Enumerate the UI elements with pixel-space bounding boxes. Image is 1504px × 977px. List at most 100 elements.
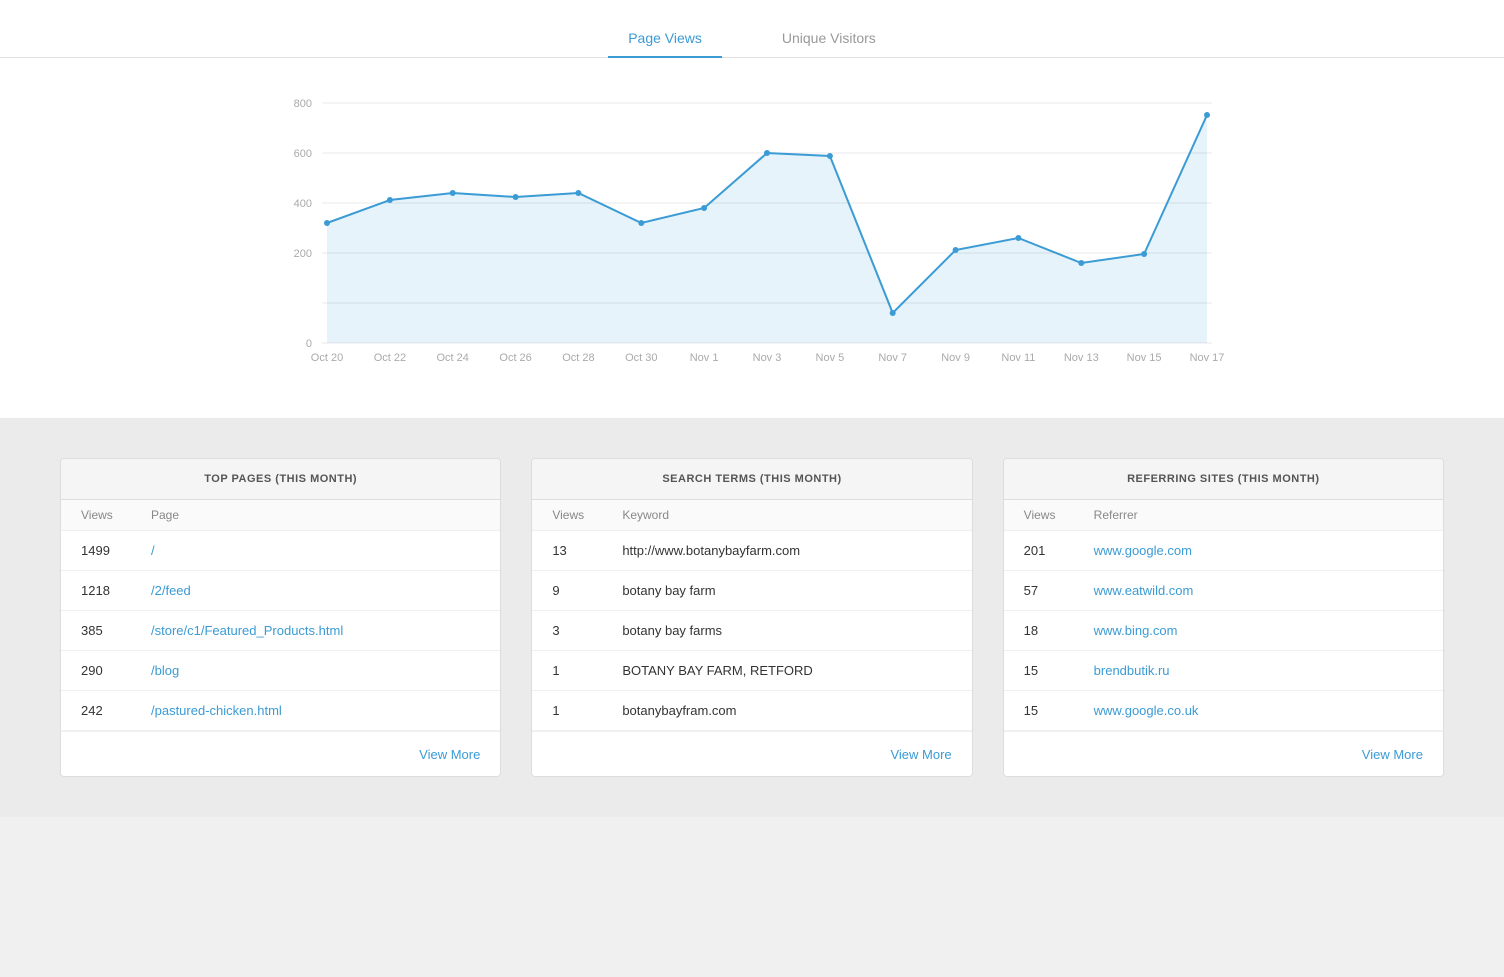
view-more-row: View More [532,731,971,776]
referring-sites-header: Views Referrer [1004,500,1443,531]
y-label-800: 800 [294,98,312,110]
views-val: 1218 [81,583,151,598]
table-row: 3 botany bay farms [532,611,971,651]
table-row: 1 botanybayfram.com [532,691,971,731]
x-label-nov13: Nov 13 [1064,352,1099,364]
views-val: 242 [81,703,151,718]
table-row: 9 botany bay farm [532,571,971,611]
top-pages-header: Views Page [61,500,500,531]
table-row: 201 www.google.com [1004,531,1443,571]
y-label-400: 400 [294,198,312,210]
bottom-section: TOP PAGES (THIS MONTH) Views Page 1499 /… [0,418,1504,817]
line-chart: 800 600 400 200 0 [272,78,1232,378]
views-val: 1 [552,663,622,678]
dot-nov13 [1078,260,1084,266]
y-label-200: 200 [294,248,312,260]
page-link[interactable]: /blog [151,663,179,678]
keyword-val: http://www.botanybayfarm.com [622,543,951,558]
dot-nov17 [1204,112,1210,118]
col-keyword-label: Keyword [622,508,951,522]
referring-sites-title: REFERRING SITES (THIS MONTH) [1004,459,1443,500]
views-val: 15 [1024,703,1094,718]
search-terms-view-more[interactable]: View More [890,747,951,762]
top-pages-view-more[interactable]: View More [419,747,480,762]
views-val: 1499 [81,543,151,558]
page-link[interactable]: /2/feed [151,583,191,598]
x-label-nov11: Nov 11 [1001,352,1035,364]
dot-nov7 [890,310,896,316]
x-label-oct30: Oct 30 [625,352,657,364]
top-section: Page Views Unique Visitors 800 600 400 2… [0,0,1504,418]
dot-oct28 [575,190,581,196]
views-val: 290 [81,663,151,678]
col-views-label: Views [81,508,151,522]
chart-area [327,115,1207,343]
top-pages-title: TOP PAGES (THIS MONTH) [61,459,500,500]
search-terms-card: SEARCH TERMS (THIS MONTH) Views Keyword … [531,458,972,777]
x-label-oct20: Oct 20 [311,352,343,364]
x-label-oct28: Oct 28 [562,352,594,364]
y-label-600: 600 [294,148,312,160]
table-row: 385 /store/c1/Featured_Products.html [61,611,500,651]
page-link[interactable]: /pastured-chicken.html [151,703,282,718]
dot-nov3 [764,150,770,156]
dot-oct26 [513,194,519,200]
dot-nov1 [701,205,707,211]
x-label-oct22: Oct 22 [374,352,406,364]
dot-nov15 [1141,251,1147,257]
view-more-row: View More [61,731,500,776]
table-row: 242 /pastured-chicken.html [61,691,500,731]
x-label-oct24: Oct 24 [436,352,468,364]
referrer-link[interactable]: www.google.com [1094,543,1192,558]
x-label-nov15: Nov 15 [1127,352,1162,364]
col-views-label: Views [552,508,622,522]
table-row: 57 www.eatwild.com [1004,571,1443,611]
x-label-nov7: Nov 7 [878,352,907,364]
views-val: 9 [552,583,622,598]
dot-nov9 [953,247,959,253]
views-val: 385 [81,623,151,638]
keyword-val: botanybayfram.com [622,703,951,718]
table-row: 1499 / [61,531,500,571]
keyword-val: BOTANY BAY FARM, RETFORD [622,663,951,678]
tab-unique-visitors[interactable]: Unique Visitors [762,20,896,58]
page-link[interactable]: / [151,543,155,558]
chart-container: 800 600 400 200 0 [272,78,1232,378]
referrer-link[interactable]: www.eatwild.com [1094,583,1194,598]
table-row: 15 www.google.co.uk [1004,691,1443,731]
tables-row: TOP PAGES (THIS MONTH) Views Page 1499 /… [60,458,1444,777]
referrer-link[interactable]: brendbutik.ru [1094,663,1170,678]
dot-nov5 [827,153,833,159]
referring-sites-card: REFERRING SITES (THIS MONTH) Views Refer… [1003,458,1444,777]
x-label-nov1: Nov 1 [690,352,719,364]
tab-page-views[interactable]: Page Views [608,20,722,58]
views-val: 3 [552,623,622,638]
x-label-nov17: Nov 17 [1190,352,1225,364]
dot-oct30 [638,220,644,226]
table-row: 290 /blog [61,651,500,691]
view-more-row: View More [1004,731,1443,776]
table-row: 13 http://www.botanybayfarm.com [532,531,971,571]
search-terms-header: Views Keyword [532,500,971,531]
referrer-link[interactable]: www.bing.com [1094,623,1178,638]
page-link[interactable]: /store/c1/Featured_Products.html [151,623,343,638]
views-val: 201 [1024,543,1094,558]
dot-oct24 [450,190,456,196]
keyword-val: botany bay farms [622,623,951,638]
table-row: 1 BOTANY BAY FARM, RETFORD [532,651,971,691]
top-pages-card: TOP PAGES (THIS MONTH) Views Page 1499 /… [60,458,501,777]
dot-nov11 [1015,235,1021,241]
referring-sites-view-more[interactable]: View More [1362,747,1423,762]
views-val: 18 [1024,623,1094,638]
x-label-nov9: Nov 9 [941,352,970,364]
referrer-link[interactable]: www.google.co.uk [1094,703,1199,718]
views-val: 15 [1024,663,1094,678]
keyword-val: botany bay farm [622,583,951,598]
table-row: 18 www.bing.com [1004,611,1443,651]
y-label-0: 0 [306,338,312,350]
table-row: 15 brendbutik.ru [1004,651,1443,691]
tabs: Page Views Unique Visitors [0,20,1504,58]
search-terms-title: SEARCH TERMS (THIS MONTH) [532,459,971,500]
col-page-label: Page [151,508,480,522]
views-val: 57 [1024,583,1094,598]
